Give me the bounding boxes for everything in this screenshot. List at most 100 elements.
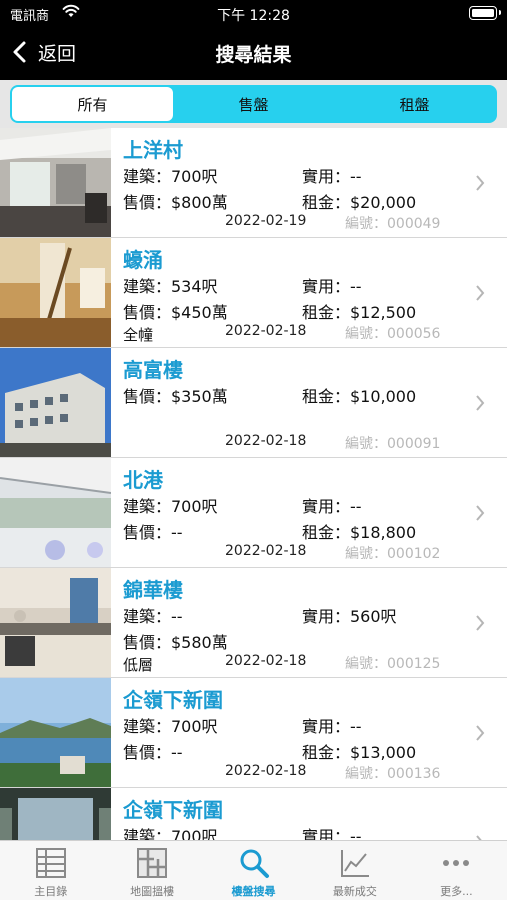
tab-latest-deals[interactable]: 最新成交 xyxy=(304,841,405,900)
listing-code: 編號：000056 xyxy=(345,326,441,342)
listing-date: 2022-02-18 xyxy=(225,323,307,339)
listing-gross-area: 建築：700呎 xyxy=(123,827,218,840)
tab-label: 更多... xyxy=(440,885,473,898)
battery-icon xyxy=(469,6,501,20)
listing-note: 低層 xyxy=(123,656,154,674)
listing-title: 蠔涌 xyxy=(123,248,163,272)
segment-sale[interactable]: 售盤 xyxy=(173,87,334,121)
listing-sale-price: 售價：$350萬 xyxy=(123,387,228,406)
listing-photo xyxy=(0,348,111,457)
listing-row[interactable]: 蠔涌 建築：534呎 實用：-- 售價：$450萬 租金：$12,500 全幢 … xyxy=(0,238,507,348)
listing-title: 上洋村 xyxy=(123,138,183,162)
top-bar: 電訊商 下午 12:28 返回 搜尋結果 xyxy=(0,0,507,80)
tab-main-menu[interactable]: 主目錄 xyxy=(0,841,101,900)
more-icon xyxy=(443,860,470,866)
listing-row[interactable]: 企嶺下新圍 建築：700呎 實用：-- xyxy=(0,788,507,840)
listing-rent: 租金：$18,800 xyxy=(302,523,417,542)
listing-rent: 租金：$13,000 xyxy=(302,743,417,762)
photo-image xyxy=(0,568,111,677)
listing-row[interactable]: 北港 建築：700呎 實用：-- 售價：-- 租金：$18,800 2022-0… xyxy=(0,458,507,568)
tab-more[interactable]: 更多... xyxy=(406,841,507,900)
photo-image xyxy=(0,238,111,347)
tab-label: 最新成交 xyxy=(332,885,377,898)
listing-title: 企嶺下新圍 xyxy=(123,688,223,712)
listing-title: 錦華樓 xyxy=(123,578,183,602)
listing-gross-area: 建築：-- xyxy=(123,607,183,626)
photo-image xyxy=(0,458,111,567)
search-icon xyxy=(240,849,269,878)
chevron-right-icon xyxy=(476,285,485,301)
chevron-right-icon xyxy=(476,615,485,631)
listing-sale-price: 售價：-- xyxy=(123,523,183,542)
status-bar: 電訊商 下午 12:28 xyxy=(0,0,507,28)
listing-net-area: 實用：-- xyxy=(302,277,362,296)
listing-net-area: 實用：-- xyxy=(302,717,362,736)
listing-photo xyxy=(0,458,111,567)
listing-row[interactable]: 企嶺下新圍 建築：700呎 實用：-- 售價：-- 租金：$13,000 202… xyxy=(0,678,507,788)
chevron-right-icon xyxy=(476,505,485,521)
photo-image xyxy=(0,348,111,457)
tab-map[interactable]: 地圖搵樓 xyxy=(101,841,202,900)
listing-date: 2022-02-19 xyxy=(225,213,307,229)
listing-title: 企嶺下新圍 xyxy=(123,798,223,822)
chevron-left-icon xyxy=(13,41,26,63)
photo-image xyxy=(0,678,111,787)
listing-row[interactable]: 錦華樓 建築：-- 實用：560呎 售價：$580萬 低層 2022-02-18… xyxy=(0,568,507,678)
listing-code: 編號：000091 xyxy=(345,436,441,452)
listing-title: 高富樓 xyxy=(123,358,183,382)
listing-photo xyxy=(0,788,111,840)
listing-list: 上洋村 建築：700呎 實用：-- 售價：$800萬 租金：$20,000 20… xyxy=(0,128,507,840)
chart-icon xyxy=(340,850,369,877)
listing-gross-area: 建築：534呎 xyxy=(123,277,218,296)
grid-icon xyxy=(35,848,66,878)
listing-rent: 租金：$10,000 xyxy=(302,387,417,406)
listing-code: 編號：000136 xyxy=(345,766,441,782)
listing-net-area: 實用：-- xyxy=(302,167,362,186)
listing-net-area: 實用：-- xyxy=(302,497,362,516)
back-button[interactable]: 返回 xyxy=(12,36,76,68)
listing-gross-area: 建築：700呎 xyxy=(123,717,218,736)
listing-date: 2022-02-18 xyxy=(225,653,307,669)
listing-row[interactable]: 高富樓 售價：$350萬 租金：$10,000 2022-02-18 編號：00… xyxy=(0,348,507,458)
segment-rent[interactable]: 租盤 xyxy=(334,87,495,121)
segmented-control: 所有 售盤 租盤 xyxy=(10,85,497,123)
back-label: 返回 xyxy=(38,42,77,65)
listing-date: 2022-02-18 xyxy=(225,543,307,559)
page-title: 搜尋結果 xyxy=(215,44,292,66)
chevron-right-icon xyxy=(476,395,485,411)
listing-row[interactable]: 上洋村 建築：700呎 實用：-- 售價：$800萬 租金：$20,000 20… xyxy=(0,128,507,238)
tab-label: 主目錄 xyxy=(34,885,68,898)
listing-rent: 租金：$20,000 xyxy=(302,193,417,212)
listing-title: 北港 xyxy=(123,468,163,492)
listing-code: 編號：000049 xyxy=(345,216,441,232)
tab-search[interactable]: 樓盤搜尋 xyxy=(203,841,304,900)
listing-sale-price: 售價：-- xyxy=(123,743,183,762)
photo-image xyxy=(0,128,111,237)
photo-image xyxy=(0,788,111,840)
listing-date: 2022-02-18 xyxy=(225,433,307,449)
listing-photo xyxy=(0,678,111,787)
filter-bar: 所有 售盤 租盤 xyxy=(0,80,507,128)
listing-net-area: 實用：-- xyxy=(302,827,362,840)
listing-date: 2022-02-18 xyxy=(225,763,307,779)
tab-label: 樓盤搜尋 xyxy=(231,885,276,898)
listing-gross-area: 建築：700呎 xyxy=(123,497,218,516)
map-icon xyxy=(137,848,168,878)
listing-gross-area: 建築：700呎 xyxy=(123,167,218,186)
listing-sale-price: 售價：$580萬 xyxy=(123,633,228,652)
listing-photo xyxy=(0,128,111,237)
tab-label: 地圖搵樓 xyxy=(130,885,175,898)
listing-rent: 租金：$12,500 xyxy=(302,303,417,322)
clock: 下午 12:28 xyxy=(217,8,290,24)
listing-note: 全幢 xyxy=(123,326,154,344)
listing-sale-price: 售價：$800萬 xyxy=(123,193,228,212)
listing-net-area: 實用：560呎 xyxy=(302,607,397,626)
listing-code: 編號：000102 xyxy=(345,546,441,562)
listing-sale-price: 售價：$450萬 xyxy=(123,303,228,322)
chevron-right-icon xyxy=(476,725,485,741)
listing-code: 編號：000125 xyxy=(345,656,441,672)
tab-bar: 主目錄 地圖搵樓 樓盤搜尋 最新成交 更多... xyxy=(0,840,507,900)
listing-photo xyxy=(0,238,111,347)
segment-all[interactable]: 所有 xyxy=(12,87,173,121)
chevron-right-icon xyxy=(476,175,485,191)
